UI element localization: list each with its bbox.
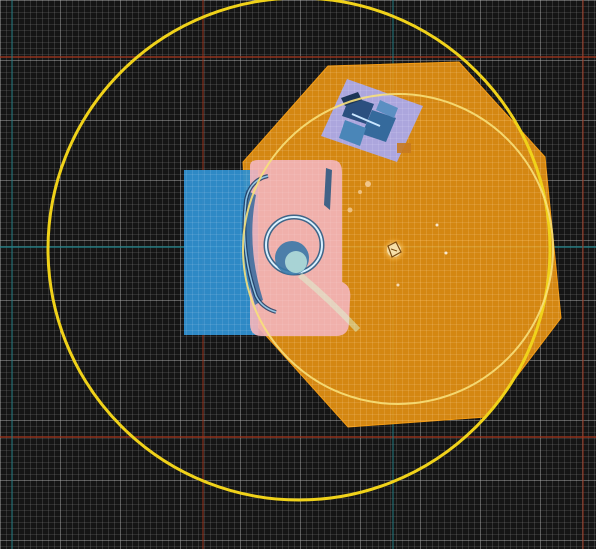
level-editor-viewport[interactable] (0, 0, 596, 549)
scene-canvas[interactable] (0, 0, 596, 549)
center-marker-icon[interactable] (381, 237, 407, 263)
